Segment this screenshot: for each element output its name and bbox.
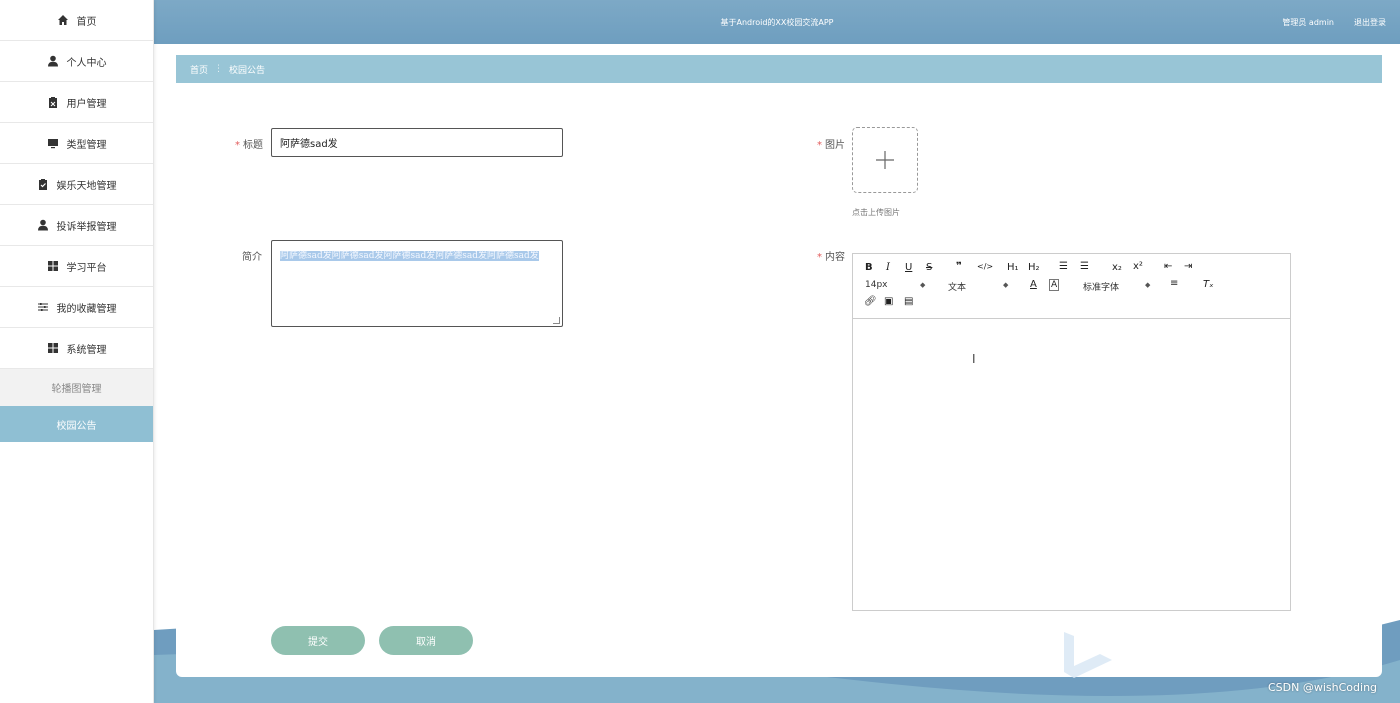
sidebar-item-personal-center[interactable]: 个人中心 (0, 41, 153, 82)
content-label: * 内容 (817, 252, 845, 263)
top-header: 基于Android的XX校园交流APP 管理员 admin 退出登录 (154, 0, 1400, 44)
sidebar-item-label: 我的收藏管理 (56, 303, 117, 315)
app-title: 基于Android的XX校园交流APP (720, 18, 834, 27)
sidebar-item-complaint[interactable]: 投诉举报管理 (0, 205, 153, 246)
title-label: * 标题 (235, 140, 263, 151)
blockquote-icon[interactable]: ❞ (956, 261, 962, 272)
title-input[interactable]: 阿萨德sad发 (271, 128, 563, 157)
submit-button[interactable]: 提交 (271, 626, 365, 655)
strikethrough-icon[interactable]: S (926, 262, 932, 273)
rich-text-editor: B I U S ❞ </> H₁ H₂ ☰ ☰ x₂ x² ⇤ ⇥ 14px ◆… (852, 253, 1291, 611)
heading2-icon[interactable]: H₂ (1028, 262, 1040, 273)
user-icon (47, 55, 59, 67)
sidebar-item-label: 个人中心 (66, 57, 107, 69)
chevron-updown-icon: ◆ (1003, 281, 1009, 289)
watermark: CSDN @wishCoding (1268, 681, 1378, 694)
video-icon[interactable]: ▤ (904, 296, 913, 307)
main-card: 首页 ⋮ 校园公告 * 标题 阿萨德sad发 简介 阿萨德sad发阿萨德sad发阿… (176, 55, 1382, 677)
admin-username: 管理员 admin (1282, 18, 1334, 27)
sidebar-item-label: 系统管理 (66, 344, 107, 356)
align-icon[interactable]: ≡ (1170, 278, 1178, 289)
sidebar-item-system-management[interactable]: 系统管理 (0, 328, 153, 369)
image-label: * 图片 (817, 140, 845, 151)
sidebar-subitem-label: 校园公告 (56, 420, 97, 432)
sidebar-item-entertainment[interactable]: 娱乐天地管理 (0, 164, 153, 205)
italic-icon[interactable]: I (886, 262, 890, 273)
clear-format-icon[interactable]: Tₓ (1203, 279, 1214, 290)
intro-textarea[interactable]: 阿萨德sad发阿萨德sad发阿萨德sad发阿萨德sad发阿萨德sad发 (271, 240, 563, 327)
sidebar-item-label: 投诉举报管理 (56, 221, 117, 233)
logout-link[interactable]: 退出登录 (1354, 17, 1386, 28)
sidebar-subitem-label: 轮播图管理 (51, 384, 102, 395)
indent-icon[interactable]: ⇥ (1184, 261, 1192, 272)
bold-icon[interactable]: B (865, 262, 873, 273)
ordered-list-icon[interactable]: ☰ (1059, 261, 1068, 272)
sidebar-subitem-campus-notice[interactable]: 校园公告 (0, 406, 153, 442)
sidebar-item-label: 娱乐天地管理 (56, 180, 117, 192)
intro-label: 简介 (242, 252, 262, 263)
text-cursor-icon: I (972, 352, 976, 366)
cancel-button[interactable]: 取消 (379, 626, 473, 655)
font-size-select[interactable]: 14px (865, 280, 888, 290)
heading1-icon[interactable]: H₁ (1007, 262, 1019, 273)
sidebar-item-favorites[interactable]: 我的收藏管理 (0, 287, 153, 328)
grid-icon (47, 342, 59, 354)
chevron-updown-icon: ◆ (920, 281, 926, 289)
sidebar-subitem-carousel[interactable]: 轮播图管理 (0, 369, 153, 406)
image-upload-box[interactable] (852, 127, 918, 193)
font-family-select[interactable]: 标准字体 (1083, 280, 1119, 293)
sidebar-item-user-management[interactable]: 用户管理 (0, 82, 153, 123)
sidebar-item-label: 类型管理 (66, 139, 107, 151)
upload-tip: 点击上传图片 (852, 208, 900, 217)
sidebar-item-label: 首页 (76, 16, 97, 28)
subscript-icon[interactable]: x₂ (1112, 262, 1122, 273)
chevron-updown-icon: ◆ (1145, 281, 1151, 289)
code-icon[interactable]: </> (977, 262, 993, 271)
grid-icon (47, 260, 59, 272)
user-icon (37, 219, 49, 231)
sidebar: 首页 个人中心 用户管理 类型管理 娱乐天地管理 投诉举报管理 学习平台 我的收… (0, 0, 154, 703)
editor-toolbar: B I U S ❞ </> H₁ H₂ ☰ ☰ x₂ x² ⇤ ⇥ 14px ◆… (853, 254, 1290, 319)
sliders-icon (37, 301, 49, 313)
sidebar-item-study-platform[interactable]: 学习平台 (0, 246, 153, 287)
breadcrumb: 首页 ⋮ 校园公告 (176, 55, 1382, 83)
sidebar-item-home[interactable]: 首页 (0, 0, 153, 41)
monitor-icon (47, 137, 59, 149)
sidebar-item-label: 用户管理 (66, 98, 107, 110)
font-color-icon[interactable]: A (1030, 279, 1037, 290)
image-icon[interactable]: ▣ (884, 296, 893, 307)
superscript-icon[interactable]: x² (1133, 261, 1143, 272)
link-icon[interactable]: 🔗︎ (864, 296, 877, 307)
clipboard-icon (47, 96, 59, 108)
home-icon (57, 14, 69, 26)
plus-icon (876, 151, 894, 169)
resize-handle[interactable] (553, 317, 560, 324)
clipboard-check-icon (37, 178, 49, 190)
underline-icon[interactable]: U (905, 262, 912, 273)
intro-text: 阿萨德sad发阿萨德sad发阿萨德sad发阿萨德sad发阿萨德sad发 (280, 251, 539, 261)
background-color-icon[interactable]: A (1049, 279, 1060, 291)
sidebar-item-type-management[interactable]: 类型管理 (0, 123, 153, 164)
format-select[interactable]: 文本 (948, 280, 966, 293)
breadcrumb-home[interactable]: 首页 (190, 63, 208, 76)
bing-logo-icon (1064, 632, 1112, 678)
outdent-icon[interactable]: ⇤ (1164, 261, 1172, 272)
bullet-list-icon[interactable]: ☰ (1080, 261, 1089, 272)
sidebar-item-label: 学习平台 (66, 262, 107, 274)
breadcrumb-current: 校园公告 (229, 65, 266, 76)
breadcrumb-separator: ⋮ (214, 64, 224, 74)
